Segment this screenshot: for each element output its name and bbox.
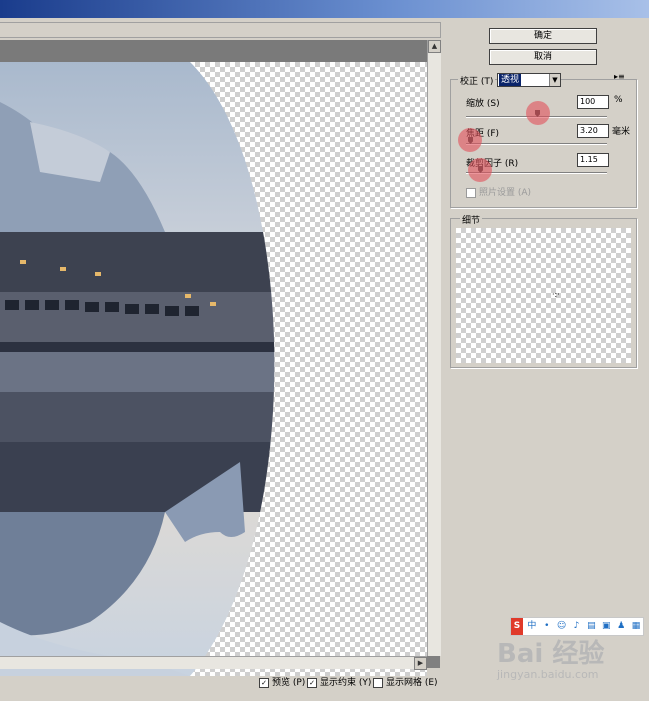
emoji-icon[interactable]: ☺ (556, 618, 568, 635)
toolbar-strip (0, 22, 441, 38)
horizontal-scrollbar[interactable]: ▶ (0, 656, 427, 670)
punctuation-icon[interactable]: • (541, 618, 553, 635)
distorted-photo (0, 62, 275, 676)
chevron-down-icon[interactable]: ▼ (549, 74, 560, 86)
as-shot-checkbox[interactable]: 照片设置 (A) (466, 185, 531, 198)
grid-icon[interactable]: ▦ (630, 618, 642, 635)
zoom-label: 缩放 (S) (466, 99, 500, 109)
watermark: Bai 经验 jingyan.baidu.com (497, 640, 604, 681)
zoom-unit: % (614, 95, 623, 105)
toolbox-icon[interactable]: ▣ (600, 618, 612, 635)
ime-logo-icon[interactable]: S (511, 618, 523, 635)
panel-menu-icon[interactable]: ▸≡ (614, 72, 625, 81)
correction-label: 校正 (T) (458, 74, 496, 87)
watermark-brand: Bai 经验 (497, 639, 605, 669)
show-constraints-checkbox-box[interactable]: ✓ (307, 677, 317, 688)
crop-factor-input[interactable]: 1.15 (577, 153, 609, 167)
as-shot-checkbox-box[interactable] (466, 187, 476, 198)
detail-label: 细节 (460, 213, 483, 226)
show-constraints-label: 显示约束 (Y) (320, 678, 372, 688)
ime-toolbar[interactable]: S 中 • ☺ ♪ ▤ ▣ ♟ ▦ (510, 617, 644, 636)
preview-label: 预览 (P) (272, 678, 306, 688)
focal-input[interactable]: 3.20 (577, 124, 609, 138)
vertical-scrollbar[interactable]: ▲ (427, 40, 441, 656)
skin-icon[interactable]: ♟ (615, 618, 627, 635)
title-bar (0, 0, 649, 18)
ime-mode-text[interactable]: 中 (526, 618, 538, 635)
scroll-right-arrow[interactable]: ▶ (414, 657, 427, 670)
detail-preview (456, 228, 631, 363)
preview-canvas[interactable]: ▲ ▶ (0, 40, 441, 676)
ok-button[interactable]: 确定 (489, 28, 597, 44)
focal-unit: 毫米 (612, 127, 631, 137)
scroll-up-arrow[interactable]: ▲ (428, 40, 441, 53)
show-grid-checkbox-box[interactable] (373, 677, 383, 688)
correction-mode-select[interactable]: 透视 ▼ (497, 73, 561, 87)
preview-checkbox-box[interactable]: ✓ (259, 677, 269, 688)
preview-checkbox[interactable]: ✓ 预览 (P) (259, 675, 305, 688)
keyboard-icon[interactable]: ▤ (585, 618, 597, 635)
zoom-click-marker (526, 101, 550, 125)
focal-slider[interactable] (466, 143, 607, 145)
show-grid-checkbox[interactable]: 显示网格 (E) (373, 675, 438, 688)
crosshair-icon: ·:· (552, 290, 560, 299)
as-shot-label: 照片设置 (A) (479, 188, 532, 198)
correction-mode-value: 透视 (499, 74, 522, 86)
show-grid-label: 显示网格 (E) (386, 678, 438, 688)
zoom-input[interactable]: 100 (577, 95, 609, 109)
focal-click-marker (458, 128, 482, 152)
show-constraints-checkbox[interactable]: ✓ 显示约束 (Y) (307, 675, 371, 688)
cancel-button[interactable]: 取消 (489, 49, 597, 65)
watermark-url: jingyan.baidu.com (497, 668, 599, 681)
crop-factor-click-marker (468, 158, 492, 182)
microphone-icon[interactable]: ♪ (571, 618, 583, 635)
